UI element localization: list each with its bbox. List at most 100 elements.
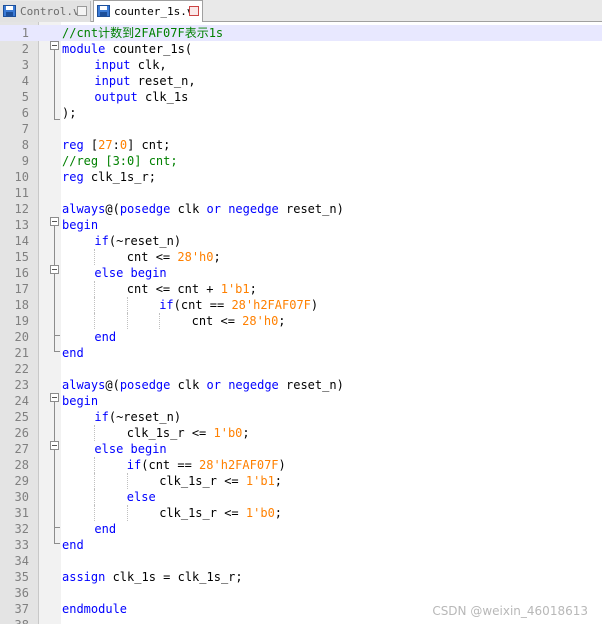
code-text: end [94, 521, 116, 537]
line-number: 3 [21, 58, 29, 72]
code-token: cnt <= [126, 250, 178, 264]
code-line[interactable]: 38 [0, 617, 602, 624]
keyword-token: if [126, 458, 142, 472]
line-number: 23 [14, 378, 29, 392]
line-number: 29 [14, 474, 29, 488]
code-line[interactable]: 6); [0, 105, 602, 121]
tab-control-v[interactable]: Control.v [0, 1, 91, 22]
indent-guide [94, 457, 96, 473]
code-text: cnt <= 28'h0; [127, 249, 221, 265]
number-token: 1'b1 [245, 474, 275, 488]
code-line[interactable]: 31 clk_1s_r <= 1'b0; [0, 505, 602, 521]
code-line[interactable]: 8 reg [27:0] cnt; [0, 137, 602, 153]
keyword-token: assign [62, 570, 106, 584]
code-token: ; [242, 426, 250, 440]
code-line[interactable]: 36 [0, 585, 602, 601]
code-token: cnt <= cnt + [126, 282, 221, 296]
line-number: 27 [14, 442, 29, 456]
keyword-token: posedge [119, 378, 171, 392]
code-text: input clk, [94, 57, 166, 73]
code-line[interactable]: 7 [0, 121, 602, 137]
code-token: ] cnt; [127, 138, 171, 152]
code-text: if(cnt == 28'h2FAF07F) [159, 297, 318, 313]
code-line[interactable]: 14 if(~reset_n) [0, 233, 602, 249]
number-token: 1'b0 [245, 506, 275, 520]
code-line[interactable]: 29 clk_1s_r <= 1'b1; [0, 473, 602, 489]
code-text: always@(posedge clk or negedge reset_n) [62, 377, 344, 393]
code-line[interactable]: 23 always@(posedge clk or negedge reset_n… [0, 377, 602, 393]
line-number: 28 [14, 458, 29, 472]
code-line[interactable]: 12 always@(posedge clk or negedge reset_n… [0, 201, 602, 217]
code-line[interactable]: 35 assign clk_1s = clk_1s_r; [0, 569, 602, 585]
line-number: 12 [14, 202, 29, 216]
indent-guide [94, 249, 96, 265]
code-line[interactable]: 2 module counter_1s( [0, 41, 602, 57]
code-token: ) [278, 458, 286, 472]
close-icon[interactable] [77, 6, 87, 16]
code-token: cnt <= [191, 314, 243, 328]
code-line[interactable]: 4 input reset_n, [0, 73, 602, 89]
line-number: 4 [21, 74, 29, 88]
code-line[interactable]: 1 //cnt计数到2FAF07F表示1s [0, 25, 602, 41]
code-line[interactable]: 13 begin [0, 217, 602, 233]
line-number: 26 [14, 426, 29, 440]
save-file-icon [97, 5, 110, 17]
code-text: input reset_n, [94, 73, 195, 89]
close-icon[interactable] [189, 6, 199, 16]
code-line[interactable]: 16 else begin [0, 265, 602, 281]
code-line[interactable]: 24 begin [0, 393, 602, 409]
keyword-token: input [94, 74, 131, 88]
line-number: 22 [14, 362, 29, 376]
line-number: 5 [21, 90, 29, 104]
code-line[interactable]: 32 end [0, 521, 602, 537]
line-number: 17 [14, 282, 29, 296]
code-line[interactable]: 15 cnt <= 28'h0; [0, 249, 602, 265]
code-line[interactable]: 25 if(~reset_n) [0, 409, 602, 425]
code-text: begin [62, 393, 98, 409]
code-text: begin [62, 217, 98, 233]
line-number: 30 [14, 490, 29, 504]
comment-token: //cnt计数到2FAF07F表示1s [62, 26, 224, 40]
code-line[interactable]: 3 input clk, [0, 57, 602, 73]
code-line[interactable]: 18 if(cnt == 28'h2FAF07F) [0, 297, 602, 313]
code-line[interactable]: 21 end [0, 345, 602, 361]
tab-counter-1s-v[interactable]: counter_1s.v [93, 0, 203, 22]
code-line[interactable]: 11 [0, 185, 602, 201]
line-number: 18 [14, 298, 29, 312]
code-token: reset_n) [278, 378, 344, 392]
code-token: reset_n) [278, 202, 344, 216]
line-number: 34 [14, 554, 29, 568]
keyword-token: end [62, 538, 84, 552]
code-line[interactable]: 30 else [0, 489, 602, 505]
code-line[interactable]: 22 [0, 361, 602, 377]
code-text: end [62, 537, 84, 553]
code-text: else [127, 489, 156, 505]
line-number: 13 [14, 218, 29, 232]
code-line[interactable]: 28 if(cnt == 28'h2FAF07F) [0, 457, 602, 473]
line-number: 6 [21, 106, 29, 120]
keyword-token: or [206, 378, 221, 392]
number-token: 28'h0 [177, 250, 214, 264]
code-line[interactable]: 33 end [0, 537, 602, 553]
code-line[interactable]: 9 //reg [3:0] cnt; [0, 153, 602, 169]
keyword-token: posedge [119, 202, 171, 216]
code-token: clk_1s_r <= [159, 474, 246, 488]
code-text: //reg [3:0] cnt; [62, 153, 178, 169]
code-token: ) [310, 298, 319, 312]
code-line[interactable]: 5 output clk_1s [0, 89, 602, 105]
line-number: 1 [21, 26, 29, 40]
code-line[interactable]: 27 else begin [0, 441, 602, 457]
code-line[interactable]: 17 cnt <= cnt + 1'b1; [0, 281, 602, 297]
code-editor[interactable]: 1//cnt计数到2FAF07F表示1s 2 module counter_1s(3… [0, 22, 602, 624]
code-line[interactable]: 10 reg clk_1s_r; [0, 169, 602, 185]
keyword-token: begin [62, 218, 99, 232]
code-text: //cnt计数到2FAF07F表示1s [62, 25, 223, 41]
code-line[interactable]: 34 [0, 553, 602, 569]
code-line[interactable]: 26 clk_1s_r <= 1'b0; [0, 425, 602, 441]
indent-guide [94, 473, 96, 489]
code-line[interactable]: 20 end [0, 329, 602, 345]
keyword-token: negedge [228, 202, 279, 216]
line-number: 20 [14, 330, 29, 344]
code-line[interactable]: 19 cnt <= 28'h0; [0, 313, 602, 329]
